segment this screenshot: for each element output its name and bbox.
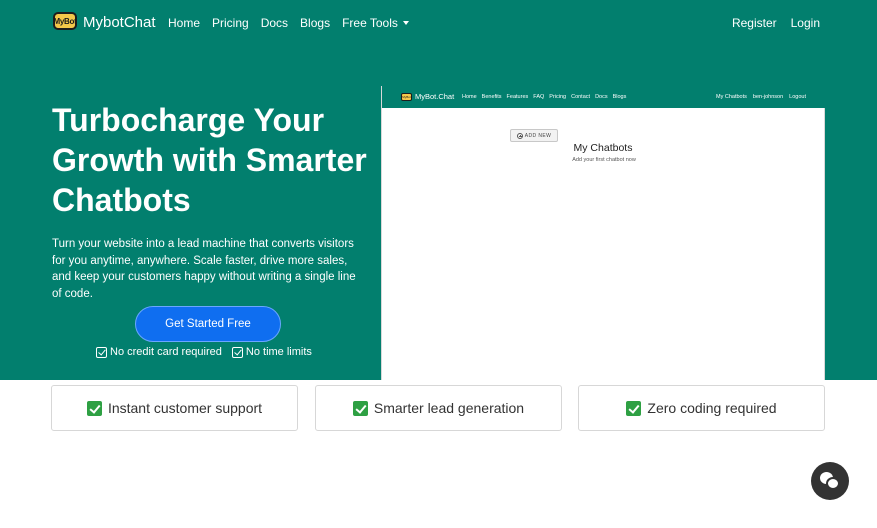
- preview-logo-icon: MyBot: [401, 93, 412, 101]
- feature-card-leads: Smarter lead generation: [315, 385, 562, 431]
- preview-nav-item: ben-johnson: [752, 94, 784, 100]
- preview-nav: Home Benefits Features FAQ Pricing Conta…: [462, 94, 626, 100]
- cta-notes: No credit card required No time limits: [96, 346, 312, 358]
- auth-nav: Register Login: [732, 16, 820, 30]
- check-mark-icon: [626, 400, 642, 416]
- note-no-credit-card: No credit card required: [96, 346, 222, 358]
- preview-nav-item: FAQ: [533, 94, 545, 100]
- preview-nav-right: My Chatbots ben-johnson Logout: [716, 94, 806, 100]
- hero-section: MyBot MybotChat Home Pricing Docs Blogs …: [0, 0, 877, 380]
- note-label: No credit card required: [110, 346, 222, 358]
- preview-title: My Chatbots: [382, 142, 826, 154]
- preview-nav-item: Blogs: [612, 94, 627, 100]
- preview-nav-item: Benefits: [481, 94, 502, 100]
- main-nav: Home Pricing Docs Blogs Free Tools: [168, 16, 409, 30]
- checkbox-icon: [231, 346, 243, 358]
- preview-nav-item: Logout: [789, 94, 806, 100]
- note-label: No time limits: [245, 346, 312, 358]
- brand-name[interactable]: MybotChat: [83, 14, 156, 31]
- check-mark-icon: [86, 400, 102, 416]
- preview-subtitle: Add your first chatbot now: [572, 157, 636, 163]
- hero-subtext: Turn your website into a lead machine th…: [52, 238, 356, 300]
- preview-add-label: ADD NEW: [524, 132, 552, 139]
- preview-nav-item: Contact: [571, 94, 591, 100]
- nav-pricing[interactable]: Pricing: [212, 16, 249, 30]
- nav-docs[interactable]: Docs: [261, 16, 288, 30]
- caret-down-icon: [402, 21, 409, 25]
- nav-blogs[interactable]: Blogs: [300, 16, 330, 30]
- chat-widget-button[interactable]: [811, 462, 849, 500]
- preview-nav-item: Pricing: [549, 94, 567, 100]
- preview-nav-item: My Chatbots: [716, 94, 747, 100]
- preview-nav-item: Home: [462, 94, 477, 100]
- nav-free-tools[interactable]: Free Tools: [342, 16, 409, 30]
- app-preview-screenshot: MyBot MyBot.Chat Home Benefits Features …: [381, 86, 826, 380]
- checkbox-icon: [96, 346, 107, 358]
- plus-circle-icon: [516, 132, 523, 139]
- feature-label: Smarter lead generation: [373, 400, 525, 416]
- preview-add-new-button: ADD NEW: [510, 129, 558, 142]
- preview-brand: MyBot.Chat: [415, 92, 455, 101]
- nav-free-tools-label: Free Tools: [342, 16, 398, 30]
- login-link[interactable]: Login: [791, 16, 820, 30]
- nav-home[interactable]: Home: [168, 16, 200, 30]
- feature-card-no-code: Zero coding required: [578, 385, 825, 431]
- note-no-time-limits: No time limits: [231, 346, 312, 358]
- logo-icon[interactable]: MyBot: [53, 12, 77, 30]
- preview-nav-item: Features: [506, 94, 529, 100]
- feature-label: Zero coding required: [647, 400, 777, 416]
- get-started-button[interactable]: Get Started Free: [135, 306, 281, 342]
- feature-card-support: Instant customer support: [51, 385, 298, 431]
- register-link[interactable]: Register: [732, 16, 777, 30]
- hero-headline: Turbocharge Your Growth with Smarter Cha…: [52, 102, 367, 218]
- preview-nav-item: Docs: [595, 94, 608, 100]
- preview-navbar: MyBot MyBot.Chat Home Benefits Features …: [382, 86, 826, 108]
- check-mark-icon: [352, 400, 368, 416]
- preview-title-text: My Chatbots: [573, 142, 633, 154]
- feature-label: Instant customer support: [107, 400, 263, 416]
